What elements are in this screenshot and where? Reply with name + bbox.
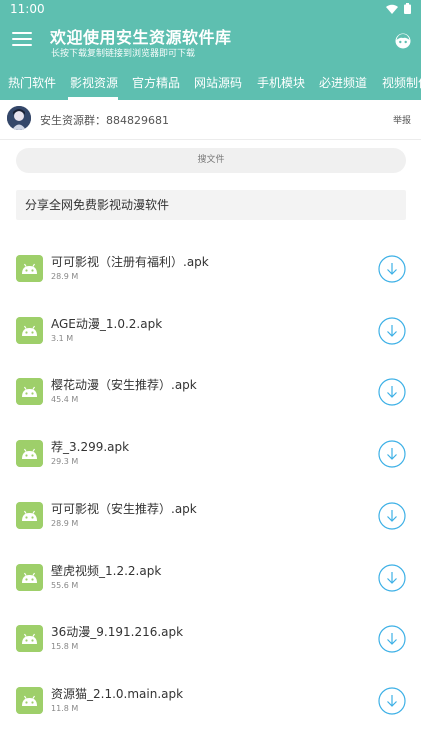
group-info-row: 安生资源群：884829681 举报 <box>0 100 421 140</box>
android-icon <box>16 625 43 653</box>
system-icons <box>386 3 411 14</box>
app-title: 欢迎使用安生资源软件库 <box>50 28 232 47</box>
android-icon <box>16 686 43 714</box>
file-name: 荐_3.299.apk <box>51 440 130 455</box>
file-name: 壁虎视频_1.2.2.apk <box>51 563 162 578</box>
file-item[interactable]: 荐_3.299.apk 29.3 M <box>0 421 421 481</box>
file-size: 28.9 M <box>51 518 79 528</box>
tab-official-picks[interactable]: 官方精品 <box>132 74 180 91</box>
download-icon[interactable] <box>378 440 406 468</box>
tab-video-resources[interactable]: 影视资源 <box>70 74 118 91</box>
download-icon[interactable] <box>378 563 406 592</box>
download-icon[interactable] <box>378 378 406 406</box>
file-name: 可可影视（安生推荐）.apk <box>51 501 197 516</box>
file-item[interactable]: 樱花动漫（安生推荐）.apk 45.4 M <box>0 359 421 419</box>
file-item[interactable]: 可可影视（安生推荐）.apk 28.9 M <box>0 483 421 543</box>
download-icon[interactable] <box>378 502 406 530</box>
avatar[interactable] <box>7 106 31 130</box>
avatar-image <box>7 106 31 130</box>
file-size: 29.3 M <box>51 457 79 467</box>
app-subtitle: 长按下载复制链接到浏览器即可下载 <box>51 49 196 59</box>
file-item[interactable]: 资源猫_2.1.0.main.apk 11.8 M <box>0 668 421 728</box>
app-bar: 欢迎使用安生资源软件库 长按下载复制链接到浏览器即可下载 <box>0 20 421 66</box>
file-name: 36动漫_9.191.216.apk <box>51 625 184 640</box>
tab-website-source[interactable]: 网站源码 <box>194 74 242 91</box>
menu-icon[interactable] <box>12 32 32 50</box>
status-time: 11:00 <box>10 2 45 16</box>
face-icon[interactable] <box>394 32 412 50</box>
file-item[interactable]: AGE动漫_1.0.2.apk 3.1 M <box>0 298 421 358</box>
battery-icon <box>404 3 411 14</box>
folder-description: 分享全网免费影视动漫软件 <box>16 190 406 220</box>
android-icon <box>16 501 43 529</box>
report-link[interactable]: 举报 <box>393 113 411 126</box>
file-size: 11.8 M <box>51 703 79 713</box>
android-icon <box>16 563 43 591</box>
file-item[interactable]: 可可影视（注册有福利）.apk 28.9 M <box>0 236 421 296</box>
file-item[interactable]: 壁虎视频_1.2.2.apk 55.6 M <box>0 545 421 605</box>
file-item[interactable]: 36动漫_9.191.216.apk 15.8 M <box>0 606 421 666</box>
android-icon <box>16 255 43 282</box>
file-name: 可可影视（注册有福利）.apk <box>51 255 209 269</box>
tab-hot-software[interactable]: 热门软件 <box>8 74 56 91</box>
status-bar: 11:00 <box>0 0 421 20</box>
download-icon[interactable] <box>378 255 406 283</box>
file-size: 28.9 M <box>51 272 79 281</box>
file-size: 55.6 M <box>51 580 79 590</box>
category-tabs: 热门软件 影视资源 官方精品 网站源码 手机模块 必进频道 视频制作 <box>0 66 421 100</box>
download-icon[interactable] <box>378 317 406 345</box>
group-number-text: 安生资源群：884829681 <box>40 114 169 127</box>
tab-mobile-modules[interactable]: 手机模块 <box>257 74 305 91</box>
file-size: 15.8 M <box>51 642 79 652</box>
search-files-button[interactable]: 搜文件 <box>16 148 406 173</box>
download-icon[interactable] <box>378 687 406 715</box>
wifi-icon <box>386 4 398 14</box>
file-size: 3.1 M <box>51 333 74 343</box>
file-name: 资源猫_2.1.0.main.apk <box>51 686 184 701</box>
tab-video-editing[interactable]: 视频制作 <box>382 74 421 91</box>
file-name: 樱花动漫（安生推荐）.apk <box>51 378 197 393</box>
android-icon <box>16 378 43 406</box>
file-name: AGE动漫_1.0.2.apk <box>51 316 163 331</box>
android-icon <box>16 316 43 344</box>
file-size: 45.4 M <box>51 395 79 405</box>
android-icon <box>16 440 43 468</box>
tab-must-join[interactable]: 必进频道 <box>319 74 367 91</box>
download-icon[interactable] <box>378 625 406 653</box>
